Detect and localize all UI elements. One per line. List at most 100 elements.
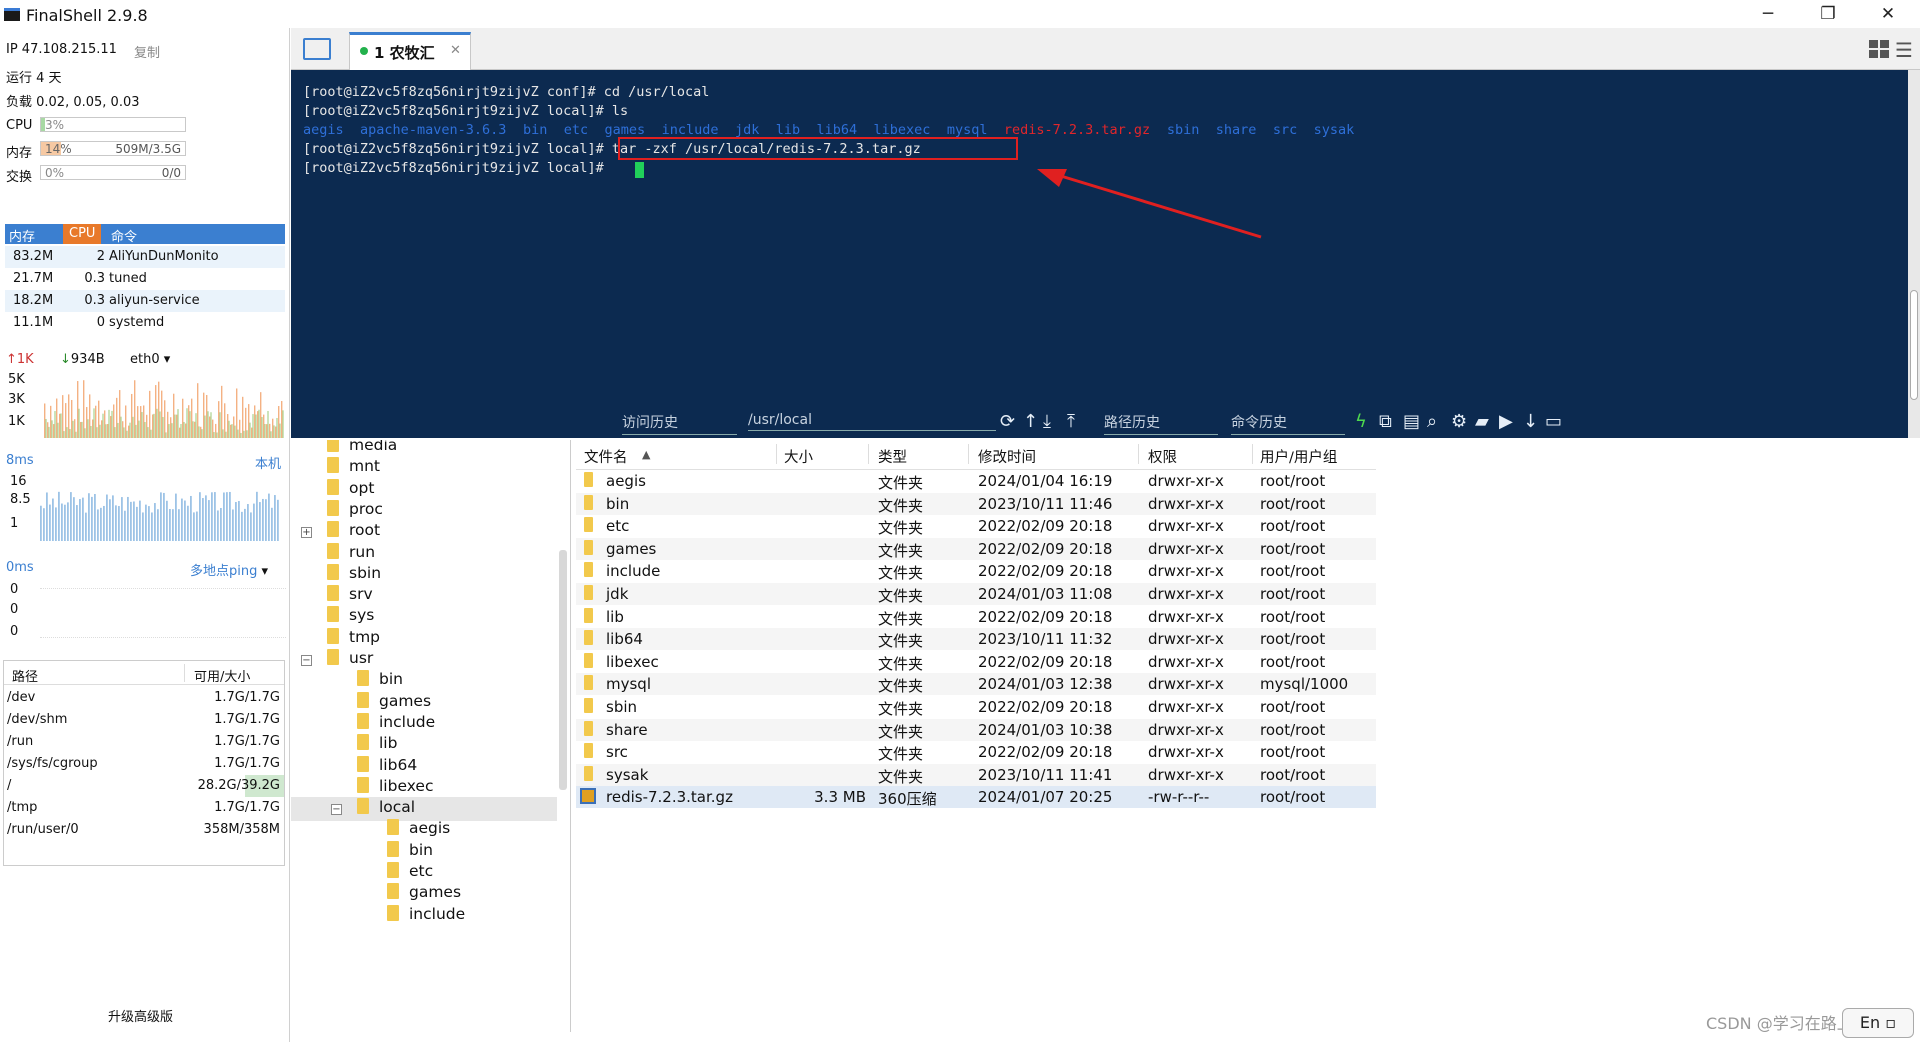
tree-item[interactable]: lib: [357, 734, 397, 752]
gear-icon[interactable]: ⚙: [1451, 411, 1467, 432]
tree-item[interactable]: aegis: [387, 819, 450, 837]
disk-row[interactable]: /dev/shm 1.7G/1.7G: [4, 709, 284, 731]
tree-item[interactable]: sbin: [327, 563, 381, 582]
go-up-icon[interactable]: ↑: [1023, 411, 1038, 432]
tree-item[interactable]: games: [387, 883, 461, 901]
expand-icon[interactable]: +: [301, 527, 312, 539]
col-sep-5[interactable]: [1252, 444, 1253, 464]
tree-item[interactable]: libexec: [357, 776, 433, 795]
file-row[interactable]: etc 文件夹 2022/02/09 20:18 drwxr-xr-x root/roo…: [576, 515, 1376, 537]
file-row[interactable]: src 文件夹 2022/02/09 20:18 drwxr-xr-x root/roo…: [576, 741, 1376, 763]
tree-item[interactable]: mnt: [327, 457, 380, 475]
tree-item[interactable]: lib64: [357, 755, 417, 774]
file-row[interactable]: mysql 文件夹 2024/01/03 12:38 drwxr-xr-x mysql/…: [576, 673, 1376, 696]
disk-col-path[interactable]: 路径: [12, 666, 38, 685]
layout-grid-icon[interactable]: [1869, 40, 1889, 58]
col-sep-3[interactable]: [968, 444, 969, 464]
minimize-button[interactable]: ─: [1746, 2, 1790, 26]
disk-row[interactable]: /dev 1.7G/1.7G: [4, 687, 284, 709]
menu-icon[interactable]: ☰: [1895, 38, 1913, 62]
tree-item[interactable]: include: [357, 712, 435, 731]
file-row[interactable]: sbin 文件夹 2022/02/09 20:18 drwxr-xr-x root/ro…: [576, 696, 1376, 718]
upload-icon[interactable]: ⤒: [1067, 411, 1075, 432]
process-row[interactable]: 18.2M 0.3 aliyun-service: [5, 290, 285, 312]
process-row[interactable]: 21.7M 0.3 tuned: [5, 268, 285, 290]
file-row[interactable]: aegis 文件夹 2024/01/04 16:19 drwxr-xr-x root/r…: [576, 470, 1376, 492]
tree-item[interactable]: media: [327, 440, 397, 454]
lightning-icon[interactable]: ϟ: [1355, 411, 1367, 432]
tree-item[interactable]: tmp: [327, 627, 380, 646]
maximize-icon[interactable]: ▭: [1545, 411, 1562, 432]
file-row[interactable]: bin 文件夹 2023/10/11 11:46 drwxr-xr-x root/roo…: [576, 492, 1376, 515]
file-row[interactable]: share 文件夹 2024/01/03 10:38 drwxr-xr-x root/r…: [576, 718, 1376, 741]
tree-scrollbar[interactable]: [559, 550, 567, 790]
col-sep-1[interactable]: [776, 444, 777, 464]
process-row[interactable]: 83.2M 2 AliYunDunMonito: [5, 246, 285, 268]
multi-ping-select[interactable]: 多地点ping ▾: [190, 560, 268, 579]
upgrade-link[interactable]: 升级高级版: [108, 1006, 173, 1025]
col-filename[interactable]: 文件名: [584, 446, 628, 467]
terminal-scroll-thumb[interactable]: [1910, 290, 1918, 400]
tree-item[interactable]: srv: [327, 585, 373, 603]
disk-row[interactable]: /sys/fs/cgroup 1.7G/1.7G: [4, 753, 284, 775]
proc-col-cpu[interactable]: CPU: [63, 224, 102, 244]
arrow-down-icon[interactable]: ↓: [1523, 411, 1538, 432]
refresh-icon[interactable]: ⟳: [1000, 411, 1015, 432]
file-row[interactable]: include 文件夹 2022/02/09 20:18 drwxr-xr-x root…: [576, 560, 1376, 582]
latency-source[interactable]: 本机: [255, 453, 281, 472]
col-owner[interactable]: 用户/用户组: [1260, 446, 1337, 467]
tab-close-icon[interactable]: ✕: [450, 43, 461, 58]
tree-item[interactable]: opt: [327, 478, 374, 497]
proc-col-mem[interactable]: 内存: [9, 226, 35, 245]
col-type[interactable]: 类型: [878, 446, 907, 467]
terminal-scrollbar[interactable]: [1908, 70, 1920, 438]
folder-icon[interactable]: ▰: [1475, 411, 1489, 432]
search-icon[interactable]: ⌕: [1427, 411, 1437, 432]
file-row[interactable]: lib64 文件夹 2023/10/11 11:32 drwxr-xr-x root/r…: [576, 628, 1376, 651]
disk-row[interactable]: /run 1.7G/1.7G: [4, 731, 284, 753]
tree-item[interactable]: root: [327, 521, 380, 539]
play-icon[interactable]: ▶: [1499, 411, 1513, 432]
current-path-field[interactable]: /usr/local: [748, 412, 996, 431]
tree-item[interactable]: etc: [387, 862, 433, 880]
file-row[interactable]: sysak 文件夹 2023/10/11 11:41 drwxr-xr-x root/r…: [576, 763, 1376, 786]
collapse-icon[interactable]: −: [331, 804, 342, 816]
tree-item[interactable]: sys: [327, 606, 374, 624]
ime-indicator[interactable]: En ▫: [1842, 1008, 1914, 1038]
col-mtime[interactable]: 修改时间: [978, 446, 1036, 467]
net-interface-select[interactable]: eth0 ▾: [130, 352, 170, 367]
copy-ip-button[interactable]: 复制: [134, 42, 160, 61]
tree-item[interactable]: usr: [327, 649, 373, 667]
tab-session-1[interactable]: 1 农牧汇 ✕: [349, 32, 471, 70]
tree-item[interactable]: bin: [357, 670, 403, 688]
disk-row[interactable]: /run/user/0 358M/358M: [4, 819, 284, 841]
tree-item[interactable]: run: [327, 542, 375, 561]
close-window-button[interactable]: ✕: [1866, 2, 1910, 26]
tree-item[interactable]: games: [357, 691, 431, 710]
col-sep-2[interactable]: [868, 444, 869, 464]
col-size[interactable]: 大小: [784, 446, 813, 467]
tree-item[interactable]: proc: [327, 499, 383, 518]
visit-history-field[interactable]: 访问历史: [622, 412, 737, 435]
paste-icon[interactable]: ▤: [1403, 411, 1420, 432]
proc-col-cmd[interactable]: 命令: [111, 226, 137, 245]
file-row[interactable]: libexec 文件夹 2022/02/09 20:18 drwxr-xr-x root…: [576, 651, 1376, 673]
process-row[interactable]: 11.1M 0 systemd: [5, 312, 285, 334]
restore-button[interactable]: ❐: [1806, 2, 1850, 26]
tree-item[interactable]: include: [387, 904, 465, 923]
file-row[interactable]: lib 文件夹 2022/02/09 20:18 drwxr-xr-x root/roo…: [576, 606, 1376, 628]
disk-col-size[interactable]: 可用/大小: [194, 666, 250, 685]
col-permission[interactable]: 权限: [1148, 446, 1177, 467]
file-row[interactable]: jdk 文件夹 2024/01/03 11:08 drwxr-xr-x root/roo…: [576, 583, 1376, 605]
col-sep-4[interactable]: [1138, 444, 1139, 464]
collapse-icon[interactable]: −: [301, 655, 312, 666]
terminal[interactable]: [root@iZ2vc5f8zq56nirjt9zijvZ conf]# cd …: [291, 70, 1908, 438]
tree-item[interactable]: bin: [387, 840, 433, 859]
disk-row[interactable]: / 28.2G/39.2G: [4, 775, 284, 797]
open-folder-icon[interactable]: [303, 38, 331, 60]
path-history-field[interactable]: 路径历史: [1104, 412, 1218, 435]
command-history-field[interactable]: 命令历史: [1231, 412, 1345, 435]
disk-row[interactable]: /tmp 1.7G/1.7G: [4, 797, 284, 819]
download-icon[interactable]: ⤓: [1043, 411, 1051, 432]
tree-item[interactable]: local: [357, 798, 415, 816]
